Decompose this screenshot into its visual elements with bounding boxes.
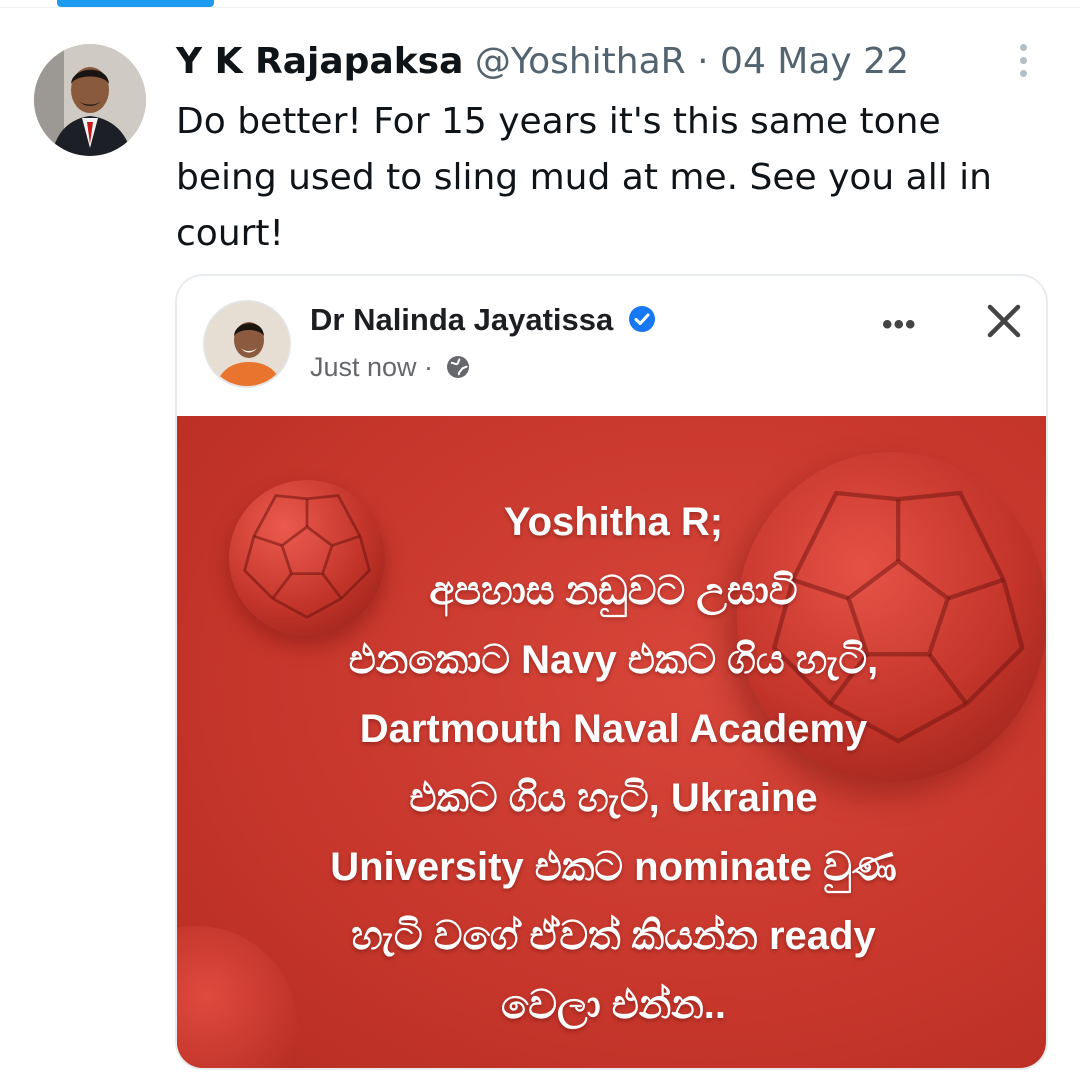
vertical-dots-icon[interactable] — [1013, 44, 1033, 80]
post-author-name[interactable]: Dr Nalinda Jayatissa — [310, 302, 656, 341]
tweet-date[interactable]: 04 May 22 — [720, 41, 909, 82]
image-text-line: Dartmouth Naval Academy — [359, 707, 868, 751]
author-handle[interactable]: @YoshithaR — [475, 41, 686, 82]
verified-badge-icon — [628, 305, 656, 341]
close-icon[interactable] — [985, 302, 1023, 340]
image-text-line: Yoshitha R; — [503, 500, 724, 544]
embedded-post-card[interactable]: Dr Nalinda Jayatissa Just now · ••• Yosh… — [175, 274, 1048, 1070]
post-author-name-text: Dr Nalinda Jayatissa — [310, 302, 614, 337]
post-author-avatar[interactable] — [203, 300, 291, 388]
active-tab-indicator — [57, 0, 214, 7]
image-text-line: වෙලා එන්න.. — [500, 983, 727, 1027]
image-text-line: අපහාස නඩුවට උසාවි — [429, 569, 798, 613]
divider — [0, 7, 1080, 8]
post-more-button[interactable]: ••• — [882, 308, 917, 342]
image-text-line: එකට ගිය හැටි, Ukraine — [409, 776, 818, 820]
tweet-text: Do better! For 15 years it's this same t… — [176, 101, 992, 254]
image-text-line: University එකට nominate වුණ — [330, 845, 897, 889]
image-text-line: හැටි වගේ ඒවත් කියන්න ready — [351, 914, 876, 958]
author-avatar[interactable] — [34, 44, 146, 156]
post-image[interactable]: Yoshitha R; අපහාස නඩුවට උසාවි එනකොට Navy… — [177, 416, 1046, 1068]
header-separator: · — [697, 41, 709, 82]
post-image-text: Yoshitha R; අපහාස නඩුවට උසාවි එනකොට Navy… — [177, 488, 1046, 1040]
image-text-line: එනකොට Navy එකට ගිය හැටි, — [348, 638, 879, 682]
tweet-header: Y K Rajapaksa @YoshithaR · 04 May 22 — [176, 38, 909, 86]
post-timestamp: Just now · — [310, 352, 471, 387]
author-name[interactable]: Y K Rajapaksa — [176, 41, 463, 82]
globe-icon — [445, 354, 471, 387]
post-time-text: Just now · — [310, 352, 434, 382]
